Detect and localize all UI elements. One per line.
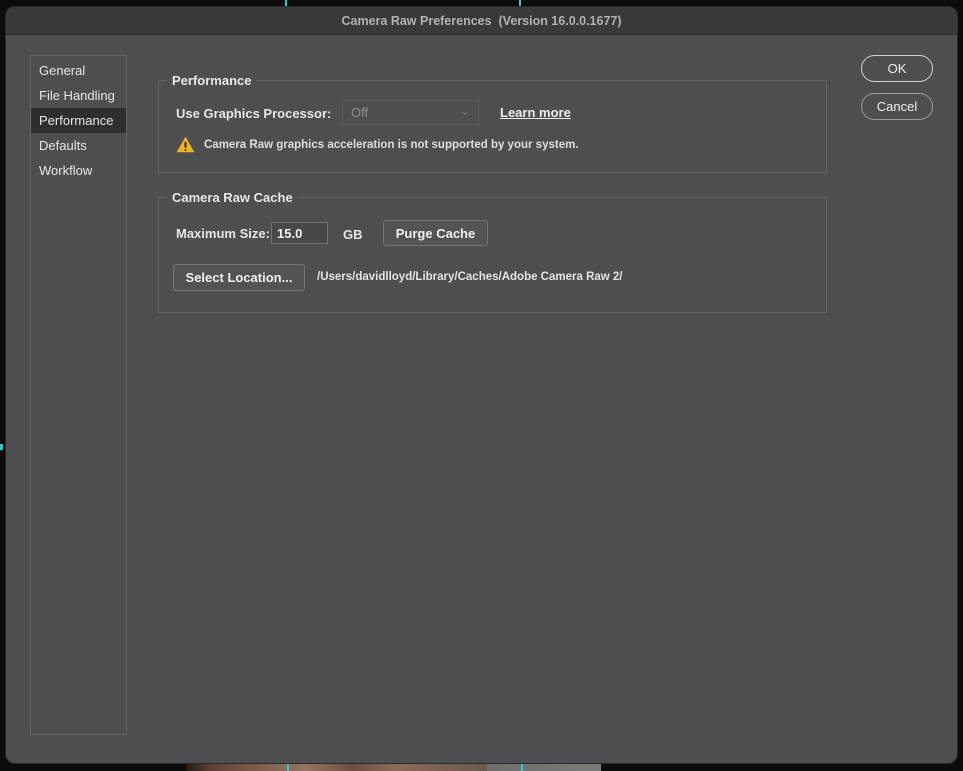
cache-location-path: /Users/davidlloyd/Library/Caches/Adobe C… bbox=[317, 271, 623, 283]
background-teal-tick bbox=[0, 444, 3, 450]
gpu-warning-row: Camera Raw graphics acceleration is not … bbox=[176, 136, 579, 153]
sidebar-item-file-handling[interactable]: File Handling bbox=[31, 83, 126, 108]
maximum-size-label: Maximum Size: bbox=[176, 226, 270, 241]
preferences-sidebar: General File Handling Performance Defaul… bbox=[30, 55, 127, 735]
performance-group: Performance Use Graphics Processor: Off … bbox=[158, 73, 827, 173]
background-teal-tick bbox=[519, 0, 521, 6]
performance-group-legend: Performance bbox=[167, 73, 257, 88]
background-photo-sliver bbox=[186, 764, 487, 771]
sidebar-item-workflow[interactable]: Workflow bbox=[31, 158, 126, 183]
dialog-title: Camera Raw Preferences (Version 16.0.0.1… bbox=[341, 13, 622, 28]
sidebar-item-defaults[interactable]: Defaults bbox=[31, 133, 126, 158]
camera-raw-preferences-dialog: Camera Raw Preferences (Version 16.0.0.1… bbox=[6, 7, 957, 763]
sidebar-item-general[interactable]: General bbox=[31, 58, 126, 83]
graphics-processor-dropdown[interactable]: Off ⌄ bbox=[342, 100, 479, 125]
background-panel-sliver bbox=[487, 764, 601, 771]
background-teal-tick bbox=[521, 764, 523, 771]
cancel-button[interactable]: Cancel bbox=[861, 93, 933, 120]
maximum-size-input[interactable] bbox=[271, 222, 328, 244]
gpu-warning-text: Camera Raw graphics acceleration is not … bbox=[204, 138, 579, 151]
select-location-button[interactable]: Select Location... bbox=[173, 264, 305, 291]
purge-cache-button[interactable]: Purge Cache bbox=[383, 220, 488, 246]
learn-more-link[interactable]: Learn more bbox=[500, 105, 571, 120]
background-teal-tick bbox=[287, 764, 289, 771]
camera-raw-cache-group: Camera Raw Cache Maximum Size: GB Purge … bbox=[158, 190, 827, 313]
sidebar-item-performance[interactable]: Performance bbox=[31, 108, 126, 133]
graphics-processor-value: Off bbox=[351, 105, 369, 120]
ok-button[interactable]: OK bbox=[861, 55, 933, 82]
use-graphics-processor-label: Use Graphics Processor: bbox=[176, 106, 332, 121]
warning-triangle-icon bbox=[176, 136, 195, 153]
gb-unit-label: GB bbox=[343, 227, 363, 242]
background-teal-tick bbox=[285, 0, 287, 6]
dialog-titlebar: Camera Raw Preferences (Version 16.0.0.1… bbox=[6, 7, 957, 35]
chevron-down-icon: ⌄ bbox=[459, 103, 470, 118]
cache-group-legend: Camera Raw Cache bbox=[167, 190, 298, 205]
